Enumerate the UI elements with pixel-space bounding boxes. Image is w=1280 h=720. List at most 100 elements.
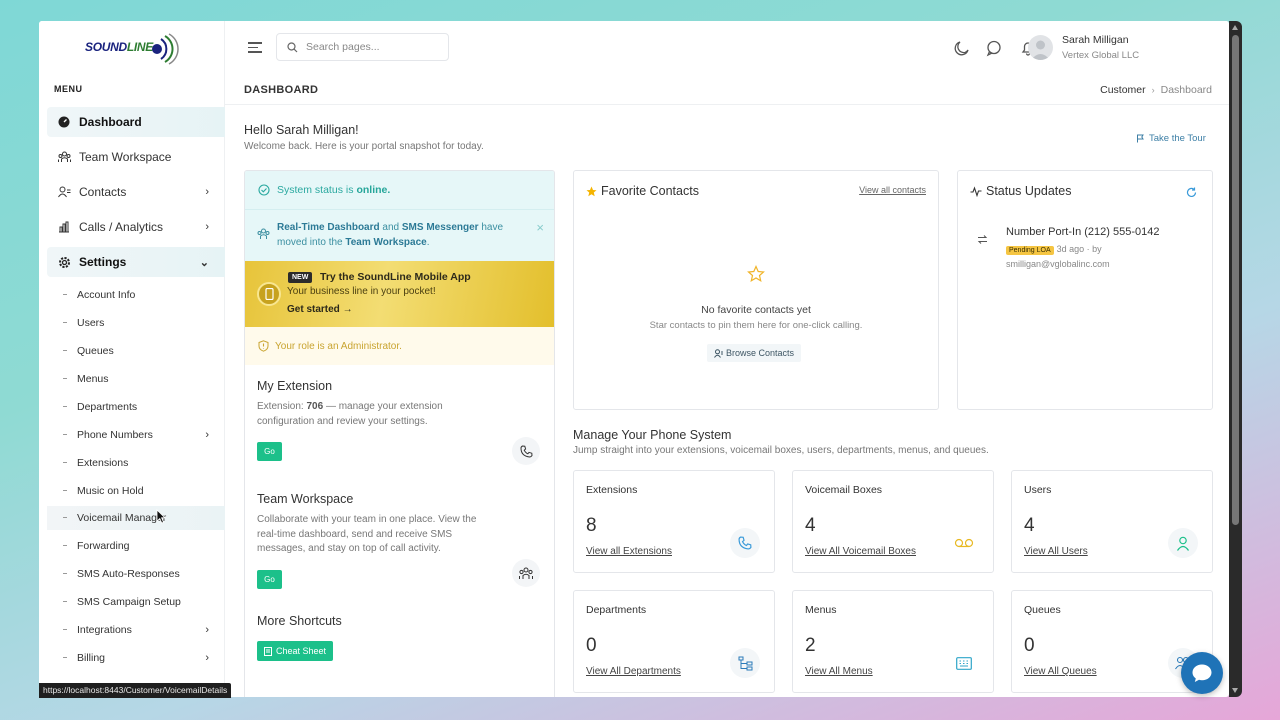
- extensions-count: 8: [586, 515, 597, 536]
- sidebar-subitem-queues[interactable]: Queues: [47, 339, 225, 363]
- sidebar-item-label: Calls / Analytics: [79, 220, 164, 234]
- chat-bubble-icon: [1192, 664, 1212, 682]
- favorite-contacts-title: Favorite Contacts: [586, 184, 699, 198]
- sidebar-subitem-menus[interactable]: Menus: [47, 367, 225, 391]
- users-count: 4: [1024, 515, 1035, 536]
- view-all-contacts-link[interactable]: View all contacts: [859, 185, 926, 195]
- get-started-link[interactable]: Get started →: [287, 304, 353, 315]
- dashboard-icon: [57, 115, 71, 129]
- sidebar-subitem-sms-campaign-setup[interactable]: SMS Campaign Setup: [47, 590, 225, 614]
- tour-flag-icon: [1137, 134, 1144, 143]
- view-all-voicemail-boxes-link[interactable]: View All Voicemail Boxes: [805, 546, 916, 557]
- sidebar-item-label: Contacts: [79, 185, 127, 199]
- extensions-tile: Extensions 8 View all Extensions: [573, 470, 775, 573]
- menu-label: MENU: [54, 84, 83, 94]
- queues-count: 0: [1024, 635, 1035, 656]
- chat-bubble-icon[interactable]: [985, 39, 1003, 57]
- search-box: [276, 33, 449, 61]
- sidebar-item-dashboard[interactable]: Dashboard: [47, 107, 225, 137]
- sidebar-subitem-phone-numbers[interactable]: Phone Numbers ›: [47, 423, 225, 447]
- pulse-icon: [970, 185, 982, 197]
- contacts-icon: [57, 185, 71, 199]
- sidebar-subitem-integrations[interactable]: Integrations ›: [47, 618, 225, 642]
- favorite-contacts-card: Favorite Contacts View all contacts No f…: [573, 170, 939, 410]
- close-icon[interactable]: ×: [536, 220, 544, 235]
- sidebar-subitem-music-on-hold[interactable]: Music on Hold: [47, 479, 225, 503]
- sidebar-subitem-extensions[interactable]: Extensions: [47, 451, 225, 475]
- workspace-notice-banner: Real-Time Dashboard and SMS Messenger ha…: [245, 209, 554, 261]
- sidebar-item-calls-analytics[interactable]: Calls / Analytics ›: [47, 212, 225, 242]
- browser-status-url: https://localhost:8443/Customer/Voicemai…: [39, 683, 232, 698]
- team-icon: [257, 228, 270, 239]
- mouse-cursor-icon: [156, 509, 166, 524]
- view-all-departments-link[interactable]: View All Departments: [586, 666, 681, 677]
- check-circle-icon: [258, 184, 270, 196]
- sidebar-item-contacts[interactable]: Contacts ›: [47, 177, 225, 207]
- star-icon: [586, 186, 597, 196]
- chevron-right-icon: ›: [205, 429, 209, 441]
- sidebar-item-settings[interactable]: Settings ⌄: [47, 247, 225, 277]
- phone-icon: [512, 437, 540, 465]
- keypad-icon: [949, 648, 979, 678]
- mobile-app-promo-banner[interactable]: NEW Try the SoundLine Mobile App Your bu…: [245, 261, 554, 327]
- welcome-text: Welcome back. Here is your portal snapsh…: [244, 141, 484, 152]
- sidebar-subitem-voicemail-manager[interactable]: Voicemail Manager: [47, 506, 225, 530]
- manage-section-subtitle: Jump straight into your extensions, voic…: [573, 445, 989, 456]
- menus-tile: Menus 2 View All Menus: [792, 590, 994, 693]
- empty-favorites-title: No favorite contacts yet: [701, 304, 811, 316]
- soundline-logo[interactable]: SOUNDLINE: [83, 31, 181, 67]
- scroll-up-arrow-icon[interactable]: [1232, 25, 1238, 30]
- avatar[interactable]: [1028, 35, 1053, 60]
- voicemail-icon: [949, 528, 979, 558]
- view-all-queues-link[interactable]: View All Queues: [1024, 666, 1097, 677]
- hierarchy-icon: [730, 648, 760, 678]
- sidebar-subitem-users[interactable]: Users: [47, 311, 225, 335]
- sidebar-subitem-sms-auto-responses[interactable]: SMS Auto-Responses: [47, 562, 225, 586]
- shield-icon: [258, 340, 269, 352]
- status-updates-card: Status Updates Number Port-In (212) 555-…: [957, 170, 1213, 410]
- sidebar-subitem-forwarding[interactable]: Forwarding: [47, 534, 225, 558]
- team-workspace-go-button[interactable]: Go: [257, 570, 282, 589]
- browse-contacts-button[interactable]: Browse Contacts: [707, 344, 802, 362]
- chevron-right-icon: ›: [205, 186, 209, 198]
- breadcrumb-separator: ›: [1151, 85, 1155, 95]
- view-all-extensions-link[interactable]: View all Extensions: [586, 546, 672, 557]
- sidebar-item-label: Settings: [79, 255, 127, 269]
- breadcrumb: Customer › Dashboard: [1100, 84, 1212, 96]
- user-name[interactable]: Sarah Milligan: [1062, 34, 1129, 46]
- live-chat-button[interactable]: [1181, 652, 1223, 694]
- analytics-icon: [57, 220, 71, 234]
- sidebar-item-label: Dashboard: [79, 115, 142, 129]
- chevron-right-icon: ›: [205, 624, 209, 636]
- sidebar-subitem-account-info[interactable]: Account Info: [47, 283, 225, 307]
- take-the-tour-link[interactable]: Take the Tour: [1136, 133, 1206, 144]
- scroll-down-arrow-icon[interactable]: [1232, 688, 1238, 693]
- sidebar-subitem-billing[interactable]: Billing ›: [47, 646, 225, 670]
- voicemail-boxes-count: 4: [805, 515, 816, 536]
- sidebar-item-team-workspace[interactable]: Team Workspace: [47, 142, 225, 172]
- left-info-panel: System status is online. Real-Time Dashbo…: [244, 170, 555, 697]
- dark-mode-moon-icon[interactable]: [953, 39, 971, 57]
- my-extension-title: My Extension: [257, 379, 333, 393]
- hamburger-menu-icon[interactable]: [248, 42, 262, 53]
- scrollbar-thumb[interactable]: [1232, 35, 1239, 525]
- my-extension-go-button[interactable]: Go: [257, 442, 282, 461]
- new-badge: NEW: [288, 272, 313, 283]
- search-input[interactable]: [306, 41, 436, 53]
- view-all-users-link[interactable]: View All Users: [1024, 546, 1088, 557]
- topbar: Sarah Milligan Vertex Global LLC: [225, 21, 1229, 75]
- cheat-sheet-button[interactable]: Cheat Sheet: [257, 641, 334, 661]
- status-update-email: smilligan@vglobalinc.com: [1006, 258, 1110, 269]
- empty-star-icon: [747, 265, 765, 283]
- page-scrollbar[interactable]: [1229, 21, 1242, 697]
- refresh-icon[interactable]: [1186, 187, 1197, 198]
- team-workspace-description: Collaborate with your team in one place.…: [257, 514, 477, 554]
- status-update-title: Number Port-In (212) 555-0142: [1006, 226, 1160, 238]
- breadcrumb-customer[interactable]: Customer: [1100, 84, 1146, 96]
- team-icon: [512, 559, 540, 587]
- user-icon: [1168, 528, 1198, 558]
- view-all-menus-link[interactable]: View All Menus: [805, 666, 873, 677]
- departments-count: 0: [586, 635, 597, 656]
- sidebar-subitem-departments[interactable]: Departments: [47, 395, 225, 419]
- chevron-right-icon: ›: [205, 652, 209, 664]
